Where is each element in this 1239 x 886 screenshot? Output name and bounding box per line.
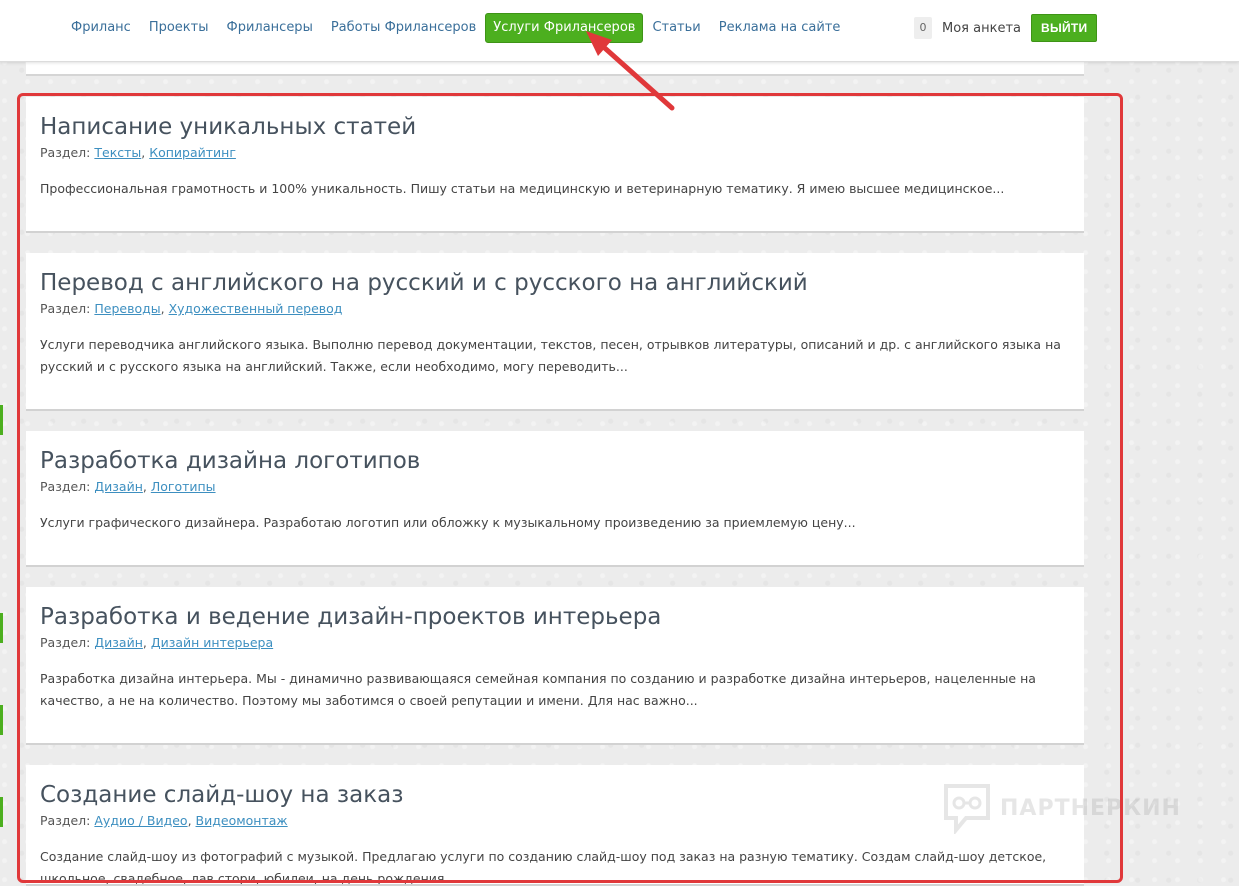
user-area: 0 Моя анкета ВЫЙТИ — [914, 14, 1098, 42]
service-categories: Раздел: Переводы, Художественный перевод — [40, 301, 343, 316]
category-prefix: Раздел: — [40, 635, 91, 650]
service-categories: Раздел: Тексты, Копирайтинг — [40, 145, 236, 160]
watermark-text: ПАРТНЕРКИН — [1000, 795, 1181, 821]
nav-item-projects[interactable]: Проекты — [140, 14, 218, 42]
logout-button[interactable]: ВЫЙТИ — [1030, 14, 1098, 42]
my-profile-link[interactable]: Моя анкета — [942, 21, 1021, 36]
service-description: Услуги графического дизайнера. Разработа… — [40, 515, 856, 530]
category-link[interactable]: Аудио / Видео — [94, 813, 187, 828]
category-prefix: Раздел: — [40, 813, 91, 828]
service-description: Разработка дизайна интерьера. Мы - динам… — [40, 671, 1036, 708]
nav-item-freelancer-works[interactable]: Работы Фрилансеров — [322, 14, 485, 42]
side-marker — [0, 405, 3, 435]
side-marker — [0, 613, 3, 643]
nav-item-freelancer-services[interactable]: Услуги Фрилансеров — [485, 13, 644, 43]
category-prefix: Раздел: — [40, 479, 91, 494]
service-card: Разработка дизайна логотипов Раздел: Диз… — [26, 431, 1084, 567]
category-link[interactable]: Дизайн — [94, 479, 143, 494]
service-categories: Раздел: Дизайн, Дизайн интерьера — [40, 635, 274, 650]
top-navigation-bar: Фриланс Проекты Фрилансеры Работы Фрилан… — [0, 0, 1239, 62]
category-link[interactable]: Тексты — [94, 145, 141, 160]
service-categories: Раздел: Аудио / Видео, Видеомонтаж — [40, 813, 288, 828]
main-nav: Фриланс Проекты Фрилансеры Работы Фрилан… — [62, 13, 850, 43]
category-link[interactable]: Видеомонтаж — [196, 813, 288, 828]
category-link[interactable]: Переводы — [94, 301, 160, 316]
service-card: Разработка и ведение дизайн-проектов инт… — [26, 587, 1084, 745]
nav-item-advertising[interactable]: Реклама на сайте — [710, 14, 850, 42]
side-marker — [0, 705, 3, 735]
category-link[interactable]: Дизайн — [94, 635, 143, 650]
service-description: Услуги переводчика английского языка. Вы… — [40, 337, 1061, 374]
watermark: ПАРТНЕРКИН — [942, 782, 1181, 834]
service-title[interactable]: Разработка дизайна логотипов — [40, 445, 1070, 477]
category-prefix: Раздел: — [40, 301, 91, 316]
service-categories: Раздел: Дизайн, Логотипы — [40, 479, 216, 494]
nav-item-freelancers[interactable]: Фрилансеры — [218, 14, 322, 42]
service-title[interactable]: Разработка и ведение дизайн-проектов инт… — [40, 601, 1070, 633]
service-title[interactable]: Создание слайд-шоу на заказ — [40, 779, 1070, 811]
notifications-badge[interactable]: 0 — [914, 17, 932, 39]
category-prefix: Раздел: — [40, 145, 91, 160]
nav-item-articles[interactable]: Статьи — [643, 14, 709, 42]
category-link[interactable]: Копирайтинг — [149, 145, 236, 160]
service-title[interactable]: Написание уникальных статей — [40, 111, 1070, 143]
category-link[interactable]: Художественный перевод — [169, 301, 343, 316]
service-title[interactable]: Перевод с английского на русский и с рус… — [40, 267, 1070, 299]
chat-bubble-glasses-icon — [944, 784, 990, 834]
service-card: Перевод с английского на русский и с рус… — [26, 253, 1084, 411]
service-card: Создание слайд-шоу на заказ Раздел: Ауди… — [26, 765, 1084, 886]
service-card: Написание уникальных статей Раздел: Текс… — [26, 97, 1084, 233]
category-link[interactable]: Логотипы — [151, 479, 216, 494]
service-description: Создание слайд-шоу из фотографий с музык… — [40, 849, 1047, 886]
nav-item-freelance[interactable]: Фриланс — [62, 14, 140, 42]
category-link[interactable]: Дизайн интерьера — [151, 635, 273, 650]
service-description: Профессиональная грамотность и 100% уник… — [40, 181, 1005, 196]
side-marker — [0, 797, 3, 827]
